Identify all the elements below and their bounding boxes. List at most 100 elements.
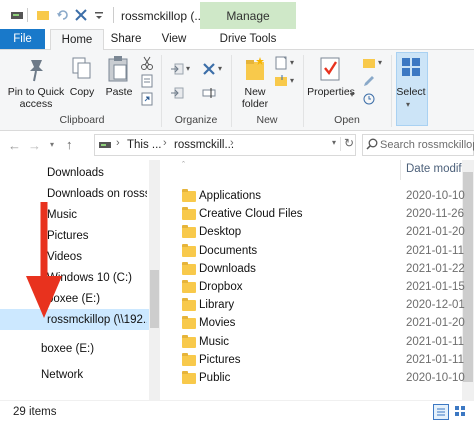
pin-to-quick-access-button[interactable]: Pin to Quick access	[4, 86, 68, 110]
folder-icon	[182, 316, 196, 329]
column-divider[interactable]	[400, 160, 401, 180]
pin-icon	[22, 56, 50, 84]
tab-file[interactable]: File	[0, 29, 45, 49]
paste-icon	[106, 55, 132, 83]
window-title: rossmckillop (...	[121, 9, 205, 23]
breadcrumb-this-pc[interactable]: This ...	[127, 139, 162, 151]
easy-access-icon[interactable]	[274, 74, 288, 88]
folder-icon	[182, 335, 196, 348]
new-folder-button[interactable]: New folder	[236, 86, 274, 110]
chevron-down-icon: ▾	[218, 64, 223, 73]
address-dropdown-icon[interactable]: ▾	[332, 138, 336, 147]
chevron-down-icon: ▾	[290, 58, 295, 67]
item-count: 29 items	[13, 406, 57, 418]
file-row-name[interactable]: Applications	[199, 187, 261, 205]
copy-button[interactable]: Copy	[66, 86, 98, 98]
folder-icon	[182, 189, 196, 202]
file-row-name[interactable]: Pictures	[199, 351, 241, 369]
drive-icon[interactable]	[10, 8, 24, 22]
forward-arrow-icon[interactable]: →	[28, 138, 41, 153]
file-row-name[interactable]: Desktop	[199, 223, 241, 241]
edit-icon[interactable]	[362, 74, 376, 88]
folder-icon[interactable]	[36, 8, 50, 22]
open-icon[interactable]	[362, 56, 376, 70]
sort-up-icon: ˆ	[182, 160, 185, 170]
tab-view[interactable]: View	[152, 29, 196, 49]
delete-icon[interactable]	[202, 62, 216, 76]
file-row-date: 2021-01-11	[406, 245, 464, 257]
search-placeholder: Search rossmckillop	[380, 139, 474, 151]
properties-button[interactable]: Properties	[306, 86, 356, 98]
nav-item-boxee-e-root[interactable]: boxee (E:)	[41, 340, 141, 358]
file-row-date: 2021-01-20	[406, 317, 465, 329]
paste-button[interactable]: Paste	[102, 86, 136, 98]
delete-x-icon[interactable]	[74, 8, 88, 22]
folder-icon	[182, 262, 196, 275]
folder-icon	[182, 371, 196, 384]
chevron-down-icon: ▾	[186, 64, 191, 73]
tab-share[interactable]: Share	[104, 29, 148, 49]
properties-icon	[318, 55, 344, 83]
move-to-icon[interactable]	[170, 62, 184, 76]
folder-icon	[182, 207, 196, 220]
file-row-name[interactable]: Documents	[199, 242, 257, 260]
file-row-date: 2020-12-01	[406, 299, 465, 311]
history-icon[interactable]	[362, 92, 376, 106]
file-row-name[interactable]: Library	[199, 296, 234, 314]
nav-item-downloads-on-rosss[interactable]: Downloads on rosss-m	[47, 185, 147, 203]
nav-item-network[interactable]: Network	[41, 366, 141, 384]
undo-icon[interactable]	[56, 8, 70, 22]
quick-access-dropdown-icon[interactable]	[92, 8, 106, 22]
organize-group-label: Organize	[174, 114, 218, 126]
file-row-date: 2020-10-10	[406, 372, 465, 384]
nav-item-downloads[interactable]: Downloads	[47, 164, 147, 182]
nav-scrollbar-thumb[interactable]	[150, 270, 159, 328]
nav-item-label: boxee (E:)	[41, 343, 95, 355]
folder-icon	[182, 225, 196, 238]
file-row-name[interactable]: Public	[199, 369, 230, 387]
copy-to-icon[interactable]	[170, 86, 184, 100]
large-icons-view-icon[interactable]	[453, 404, 467, 418]
file-row-date: 2021-01-11	[406, 336, 464, 348]
paste-shortcut-icon[interactable]	[140, 92, 154, 106]
divider	[27, 8, 28, 22]
cut-icon[interactable]	[140, 56, 154, 70]
divider	[113, 7, 114, 23]
up-arrow-icon[interactable]: ↑	[66, 137, 73, 152]
copy-icon	[70, 56, 94, 82]
details-view-icon[interactable]	[433, 404, 449, 420]
rename-icon[interactable]	[202, 86, 216, 100]
recent-locations-chevron-icon[interactable]: ▾	[50, 140, 54, 149]
refresh-icon[interactable]: ↻	[344, 136, 354, 150]
breadcrumb-separator-icon: ›	[230, 137, 234, 149]
chevron-down-icon: ▾	[350, 90, 355, 99]
open-group-label: Open	[334, 114, 360, 126]
nav-item-label: Downloads	[47, 167, 104, 179]
divider	[340, 137, 341, 151]
breadcrumb-separator-icon: ›	[116, 137, 120, 149]
breadcrumb-rossmckillop[interactable]: rossmckill...	[174, 139, 234, 151]
folder-icon	[182, 280, 196, 293]
chevron-down-icon: ▾	[290, 76, 295, 85]
file-row-date: 2020-10-10	[406, 190, 465, 202]
file-row-date: 2020-11-26	[406, 208, 464, 220]
folder-icon	[182, 353, 196, 366]
column-header-date[interactable]: Date modifi	[406, 163, 464, 175]
copy-path-icon[interactable]	[140, 74, 154, 88]
select-button[interactable]: Select	[394, 86, 428, 98]
file-row-name[interactable]: Dropbox	[199, 278, 242, 296]
file-row-date: 2021-01-15	[406, 281, 465, 293]
file-row-name[interactable]: Music	[199, 333, 229, 351]
new-item-icon[interactable]	[274, 56, 288, 70]
file-row-name[interactable]: Downloads	[199, 260, 256, 278]
tab-drive-tools[interactable]: Drive Tools	[200, 29, 296, 49]
file-row-date: 2021-01-20	[406, 226, 465, 238]
network-drive-icon	[98, 139, 112, 151]
clipboard-group-label: Clipboard	[59, 114, 105, 126]
folder-icon	[182, 244, 196, 257]
back-arrow-icon[interactable]: ←	[8, 138, 21, 153]
file-row-name[interactable]: Creative Cloud Files	[199, 205, 303, 223]
divider	[391, 55, 392, 127]
file-row-name[interactable]: Movies	[199, 314, 235, 332]
tab-home[interactable]: Home	[50, 29, 104, 51]
